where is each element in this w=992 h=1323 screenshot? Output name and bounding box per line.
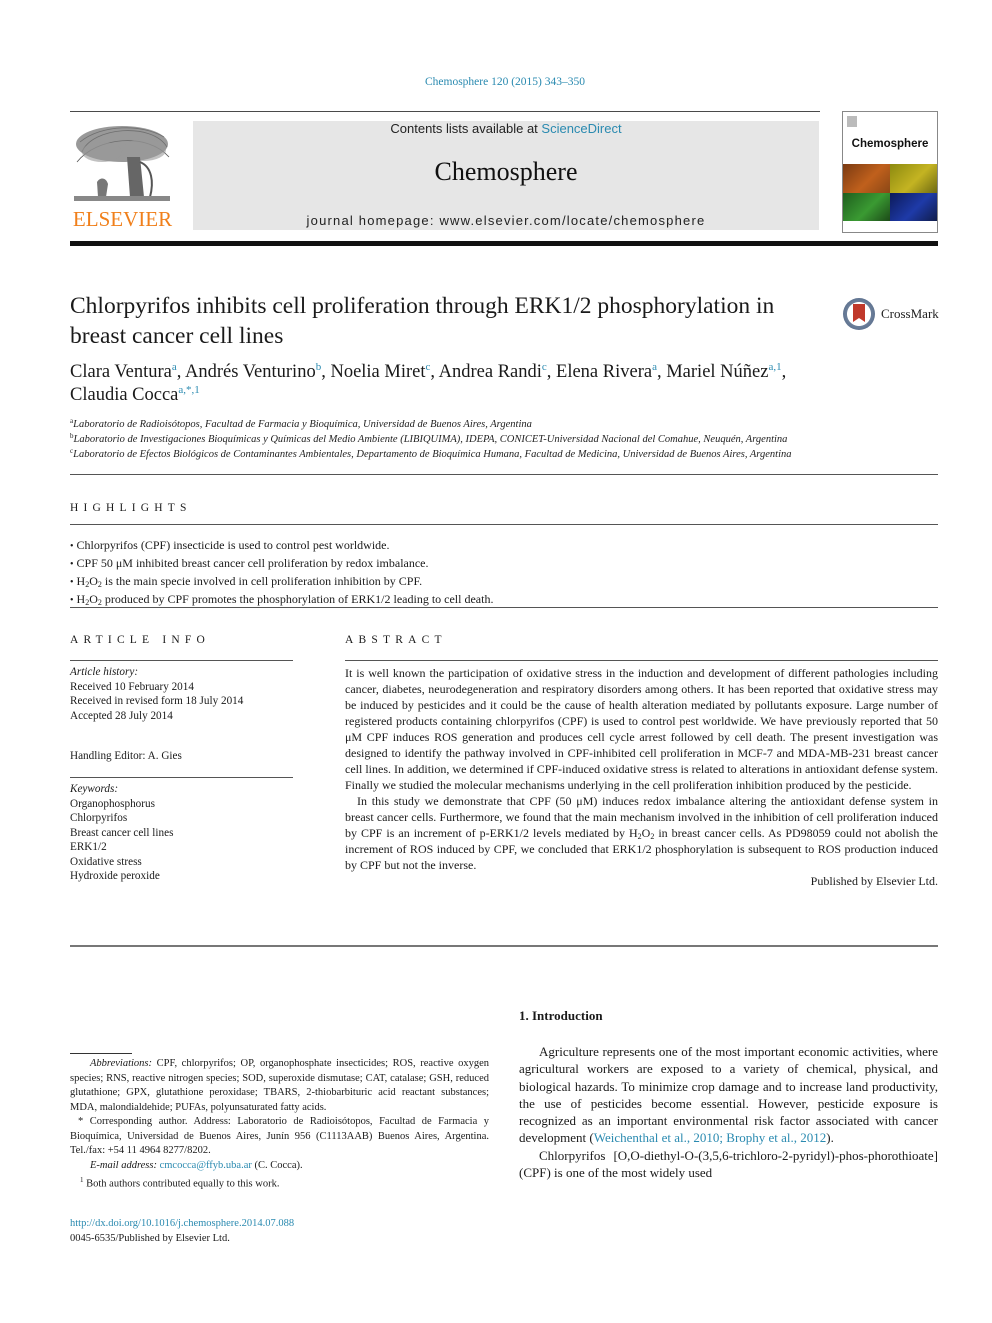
journal-name: Chemosphere	[434, 157, 578, 186]
header-thick-rule	[70, 241, 938, 246]
cover-quadrant-blue	[890, 192, 937, 221]
contents-prefix: Contents lists available at	[390, 121, 542, 136]
cover-leaf-image	[843, 164, 937, 221]
author-list: Clara Venturaa, Andrés Venturinob, Noeli…	[70, 361, 787, 406]
header-rule	[70, 111, 820, 112]
history-label: Article history:	[70, 666, 139, 678]
journal-citation-link[interactable]: Chemosphere 120 (2015) 343–350	[0, 76, 992, 88]
keywords-label: Keywords:	[70, 783, 119, 795]
reference-link[interactable]: Brophy et al., 2012	[726, 1130, 826, 1145]
article-info-heading: ARTICLE INFO	[70, 634, 210, 646]
highlights-list: Chlorpyrifos (CPF) insecticide is used t…	[70, 537, 930, 609]
corresponding-author-footnote: * Corresponding author. Address: Laborat…	[70, 1116, 489, 1156]
highlight-item: CPF 50 μM inhibited breast cancer cell p…	[70, 555, 930, 573]
crossmark-label: CrossMark	[881, 306, 939, 321]
author[interactable]: Noelia Miretc	[330, 362, 430, 383]
journal-masthead: Contents lists available at ScienceDirec…	[193, 121, 819, 230]
keyword: Organophosphorus	[70, 797, 155, 810]
section-divider	[70, 474, 938, 475]
author[interactable]: Mariel Núñeza,1	[666, 361, 781, 383]
email-footnote: E-mail address: cmcocca@ffyb.uba.ar (C. …	[90, 1159, 303, 1171]
doi-block: http://dx.doi.org/10.1016/j.chemosphere.…	[70, 1217, 294, 1246]
introduction-heading: 1. Introduction	[519, 1008, 603, 1023]
cover-quadrant-orange	[843, 164, 890, 193]
keyword: Breast cancer cell lines	[70, 826, 174, 839]
abstract-bottom-rule	[70, 945, 938, 947]
abbreviations-footnote: Abbreviations: CPF, chlorpyrifos; OP, or…	[70, 1058, 489, 1113]
doi-link[interactable]: http://dx.doi.org/10.1016/j.chemosphere.…	[70, 1218, 294, 1229]
affiliation: cLaboratorio de Efectos Biológicos de Co…	[70, 447, 792, 461]
affiliation: aLaboratorio de Radioisótopos, Facultad …	[70, 417, 532, 431]
author[interactable]: Andrea Randic	[439, 362, 547, 383]
keyword: Oxidative stress	[70, 855, 142, 868]
author[interactable]: Clara Venturaa	[70, 362, 177, 383]
highlight-item: Chlorpyrifos (CPF) insecticide is used t…	[70, 537, 930, 555]
footnotes: Abbreviations: CPF, chlorpyrifos; OP, or…	[70, 1057, 489, 1192]
email-link[interactable]: cmcocca@ffyb.uba.ar	[160, 1160, 252, 1171]
footnote-rule	[70, 1053, 132, 1054]
reference-link[interactable]: Weichenthal et al., 2010	[594, 1130, 720, 1145]
sciencedirect-link[interactable]: ScienceDirect	[541, 121, 621, 136]
keywords: Keywords: Organophosphorus Chlorpyrifos …	[70, 782, 300, 884]
cover-elsevier-icon	[847, 116, 857, 127]
elsevier-logo[interactable]: ELSEVIER	[70, 120, 175, 232]
author[interactable]: Elena Riveraa	[556, 362, 657, 383]
issn-line: 0045-6535/Published by Elsevier Ltd.	[70, 1232, 230, 1244]
author[interactable]: Claudia Coccaa,*,1	[70, 384, 200, 406]
author[interactable]: Andrés Venturinob	[185, 362, 321, 383]
introduction-body: Agriculture represents one of the most i…	[519, 1043, 938, 1181]
crossmark-button[interactable]: CrossMark	[843, 298, 943, 334]
elsevier-wordmark: ELSEVIER	[72, 207, 173, 231]
author-affiliation-marker[interactable]: a,*,1	[178, 384, 199, 396]
highlights-rule	[70, 524, 938, 525]
abstract-heading: ABSTRACT	[345, 634, 447, 646]
abstract-publisher: Published by Elsevier Ltd.	[810, 874, 938, 888]
history-revised: Received in revised form 18 July 2014	[70, 695, 244, 707]
keyword: ERK1/2	[70, 841, 107, 853]
highlights-bottom-rule	[70, 607, 938, 608]
intro-paragraph: Chlorpyrifos [O,O-diethyl-O-(3,5,6-trich…	[519, 1147, 938, 1181]
history-accepted: Accepted 28 July 2014	[70, 709, 173, 722]
intro-paragraph: Agriculture represents one of the most i…	[519, 1044, 938, 1146]
cover-quadrant-green	[843, 192, 890, 221]
abstract-body: It is well known the participation of ox…	[345, 665, 938, 889]
keyword: Hydroxide peroxide	[70, 870, 160, 882]
equal-contribution-footnote: 1 Both authors contributed equally to th…	[80, 1176, 280, 1190]
journal-cover-thumbnail[interactable]: Chemosphere	[842, 111, 938, 233]
highlight-item: H2O2 is the main specie involved in cell…	[70, 573, 930, 591]
article-history: Article history: Received 10 February 20…	[70, 665, 300, 723]
keywords-rule	[70, 777, 293, 778]
affiliation: bLaboratorio de Investigaciones Bioquími…	[70, 432, 788, 446]
cover-quadrant-yellow	[890, 164, 937, 193]
history-received: Received 10 February 2014	[70, 680, 194, 693]
elsevier-tree-icon	[74, 126, 170, 201]
article-title: Chlorpyrifos inhibits cell proliferation…	[70, 293, 775, 349]
cover-title: Chemosphere	[851, 138, 929, 150]
keyword: Chlorpyrifos	[70, 812, 128, 824]
abstract-paragraph: In this study we demonstrate that CPF (5…	[345, 794, 938, 872]
handling-editor: Handling Editor: A. Gies	[70, 750, 182, 762]
article-info-rule	[70, 660, 293, 661]
contents-line: Contents lists available at ScienceDirec…	[193, 121, 819, 136]
affiliations: aLaboratorio de Radioisótopos, Facultad …	[70, 417, 940, 462]
journal-homepage-link[interactable]: journal homepage: www.elsevier.com/locat…	[193, 213, 819, 228]
abstract-paragraph: It is well known the participation of ox…	[345, 666, 938, 792]
abstract-rule	[345, 660, 938, 661]
highlights-heading: HIGHLIGHTS	[70, 502, 192, 514]
author-affiliation-marker[interactable]: a,1	[768, 361, 781, 373]
